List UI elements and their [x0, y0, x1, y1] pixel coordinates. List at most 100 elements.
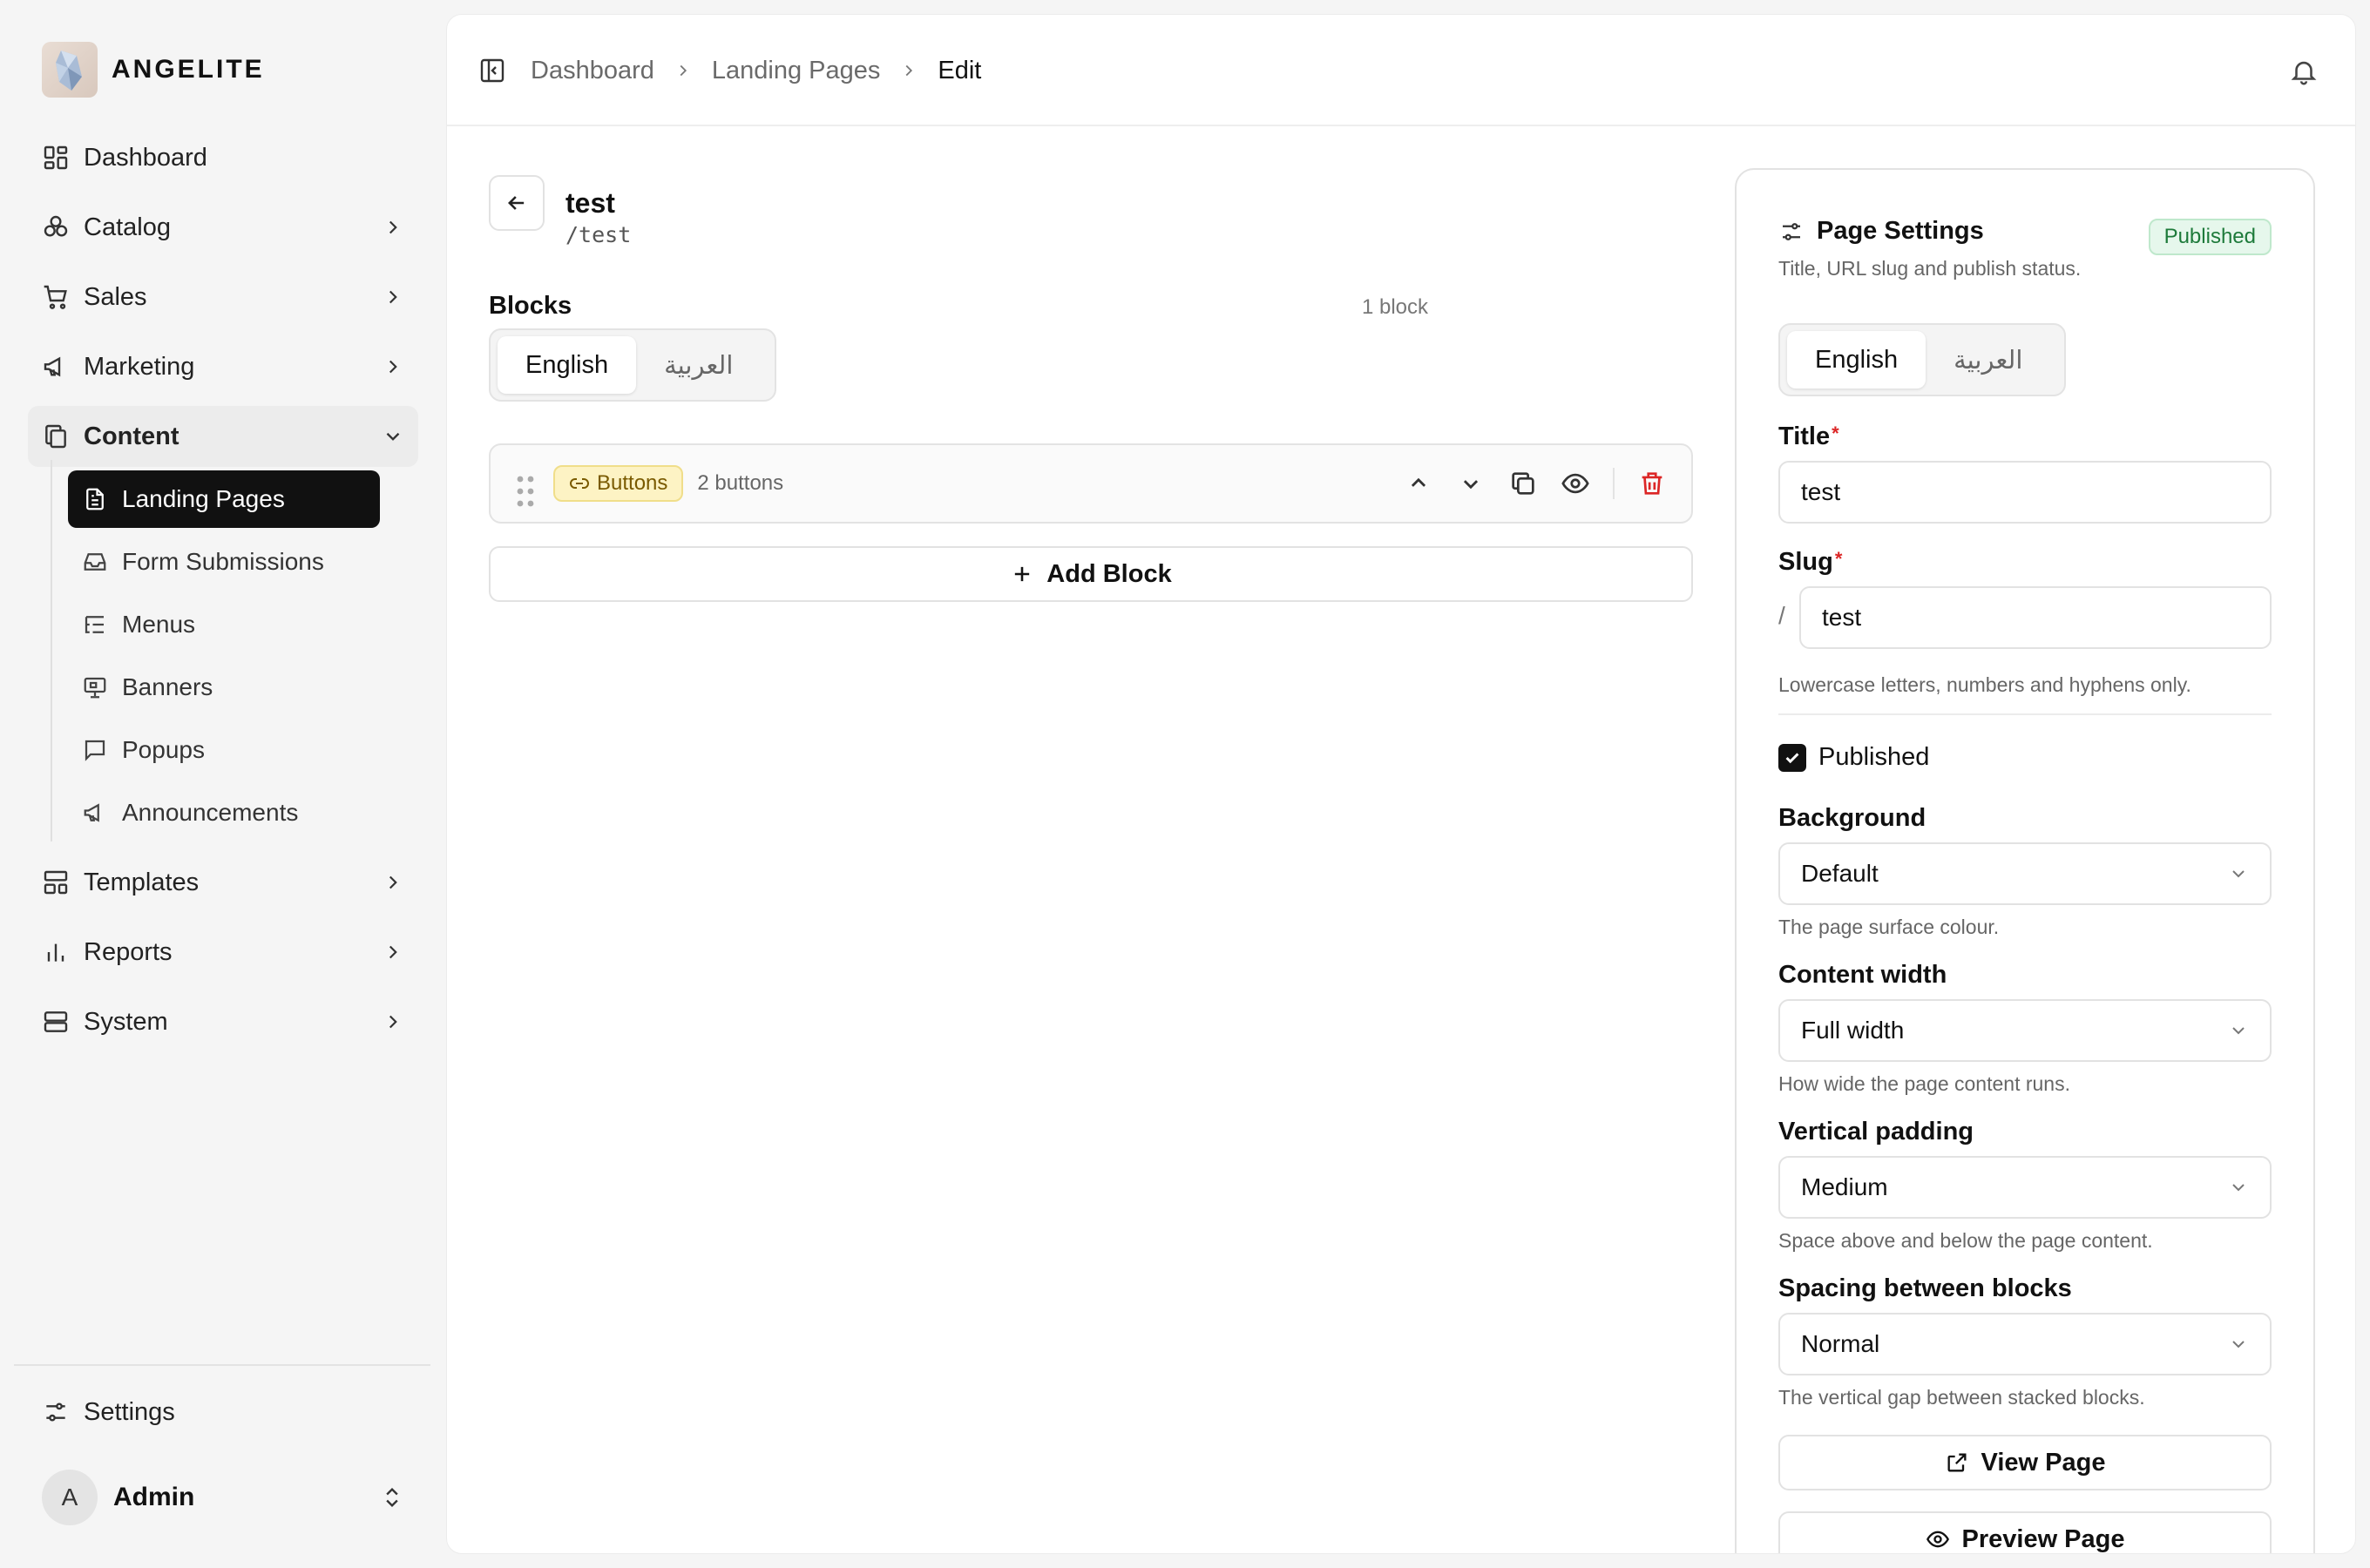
content-width-hint: How wide the page content runs.	[1778, 1072, 2070, 1095]
presentation-icon	[82, 674, 108, 700]
sidebar-item-label: Content	[84, 422, 179, 450]
background-select[interactable]: Default	[1778, 842, 2272, 905]
sidebar-subitem-label: Announcements	[122, 799, 299, 826]
breadcrumb: Dashboard Landing Pages Edit	[531, 50, 981, 91]
required-marker: *	[1834, 548, 1843, 570]
sidebar: ANGELITE Dashboard Catalog Sales Marketi…	[0, 0, 444, 1568]
chevron-down-icon	[382, 425, 404, 448]
chevrons-up-down-icon	[380, 1485, 404, 1510]
toggle-visibility-button[interactable]	[1561, 469, 1590, 498]
vertical-padding-select[interactable]: Medium	[1778, 1156, 2272, 1219]
sidebar-item-marketing[interactable]: Marketing	[28, 336, 418, 397]
sidebar-item-label: System	[84, 1007, 168, 1036]
background-hint: The page surface colour.	[1778, 916, 2000, 938]
tab-english[interactable]: English	[498, 336, 637, 394]
sidebar-subitem-label: Menus	[122, 611, 196, 638]
title-field[interactable]: test	[1778, 461, 2272, 524]
breadcrumb-landing-pages[interactable]: Landing Pages	[712, 57, 881, 85]
background-label: Background	[1778, 804, 1926, 832]
sidebar-item-label: Sales	[84, 282, 147, 311]
sidebar-subitem-announcements[interactable]: Announcements	[68, 784, 380, 841]
sidebar-item-content[interactable]: Content	[28, 406, 418, 467]
sidebar-item-label: Dashboard	[84, 143, 207, 172]
sidebar-subitem-banners[interactable]: Banners	[68, 659, 380, 716]
sidebar-subitem-label: Popups	[122, 736, 205, 763]
add-block-button[interactable]: Add Block	[489, 546, 1693, 602]
brand-logo	[42, 42, 98, 98]
bar-chart-icon	[42, 938, 70, 966]
content-width-label: Content width	[1778, 961, 1947, 989]
block-spacing-select[interactable]: Normal	[1778, 1313, 2272, 1375]
move-up-button[interactable]	[1404, 469, 1433, 498]
move-down-button[interactable]	[1456, 469, 1486, 498]
sidebar-divider	[14, 1364, 430, 1366]
chevron-right-icon	[382, 871, 404, 894]
chevron-right-icon	[382, 1010, 404, 1033]
sidebar-item-label: Settings	[84, 1397, 175, 1426]
block-actions	[1381, 468, 1667, 499]
add-block-label: Add Block	[1046, 559, 1172, 588]
view-page-button[interactable]: View Page	[1778, 1435, 2272, 1490]
content-width-select[interactable]: Full width	[1778, 999, 2272, 1062]
action-divider	[1613, 468, 1615, 499]
list-tree-icon	[82, 612, 108, 638]
block-summary: 2 buttons	[697, 471, 784, 495]
back-button[interactable]	[489, 175, 545, 231]
tab-arabic[interactable]: العربية	[1926, 331, 2050, 389]
block-spacing-value: Normal	[1801, 1330, 1880, 1357]
tab-english[interactable]: English	[1787, 331, 1926, 389]
sidebar-subitem-form-submissions[interactable]: Form Submissions	[68, 533, 380, 591]
sidebar-item-templates[interactable]: Templates	[28, 852, 418, 913]
page-settings-card: Page Settings Title, URL slug and publis…	[1735, 168, 2315, 1553]
sidebar-item-sales[interactable]: Sales	[28, 267, 418, 328]
copy-icon	[42, 422, 70, 450]
server-icon	[42, 1008, 70, 1036]
chevron-right-icon	[382, 286, 404, 308]
delete-button[interactable]	[1637, 469, 1667, 498]
settings-divider	[1778, 713, 2272, 715]
preview-page-button[interactable]: Preview Page	[1778, 1511, 2272, 1553]
eye-icon	[1926, 1527, 1950, 1551]
message-square-icon	[82, 737, 108, 763]
brand-name: ANGELITE	[112, 55, 265, 84]
sidebar-item-catalog[interactable]: Catalog	[28, 197, 418, 258]
published-checkbox-row[interactable]: Published	[1778, 743, 1929, 772]
sidebar-item-dashboard[interactable]: Dashboard	[28, 127, 418, 188]
vertical-padding-label: Vertical padding	[1778, 1118, 1974, 1146]
sliders-icon	[1778, 219, 1805, 245]
brand[interactable]: ANGELITE	[42, 42, 265, 98]
sidebar-item-system[interactable]: System	[28, 991, 418, 1052]
sidebar-item-reports[interactable]: Reports	[28, 922, 418, 983]
topbar: Dashboard Landing Pages Edit	[447, 15, 2355, 126]
main-panel: Dashboard Landing Pages Edit test /test …	[446, 14, 2356, 1554]
breadcrumb-dashboard[interactable]: Dashboard	[531, 57, 654, 85]
sidebar-item-settings[interactable]: Settings	[28, 1382, 418, 1443]
chevron-down-icon	[2228, 1334, 2249, 1355]
chevron-right-icon	[382, 216, 404, 239]
page-title: test	[565, 187, 615, 219]
published-checkbox[interactable]	[1778, 743, 1806, 772]
chevron-right-icon	[382, 941, 404, 963]
block-spacing-label: Spacing between blocks	[1778, 1274, 2072, 1302]
megaphone-icon	[42, 353, 70, 381]
chevron-down-icon	[2228, 863, 2249, 884]
sidebar-toggle-icon[interactable]	[478, 57, 506, 84]
tab-arabic[interactable]: العربية	[636, 336, 761, 394]
duplicate-button[interactable]	[1508, 469, 1538, 498]
user-menu[interactable]: A Admin	[28, 1469, 418, 1526]
sidebar-subitem-popups[interactable]: Popups	[68, 721, 380, 779]
bell-icon[interactable]	[2289, 57, 2319, 86]
breadcrumb-current: Edit	[938, 56, 982, 84]
block-type-badge: Buttons	[553, 465, 684, 502]
slug-field[interactable]: test	[1799, 586, 2272, 649]
sidebar-item-label: Reports	[84, 937, 173, 966]
sidebar-subitem-landing-pages[interactable]: Landing Pages	[68, 470, 380, 528]
sidebar-subitem-menus[interactable]: Menus	[68, 596, 380, 653]
grip-vertical-icon[interactable]	[515, 470, 536, 507]
file-text-icon	[82, 486, 108, 512]
settings-title: Page Settings	[1817, 217, 1984, 245]
sidebar-item-label: Marketing	[84, 352, 195, 381]
templates-icon	[42, 868, 70, 896]
arrow-left-icon	[504, 191, 529, 215]
block-item[interactable]: Buttons 2 buttons	[489, 443, 1693, 524]
